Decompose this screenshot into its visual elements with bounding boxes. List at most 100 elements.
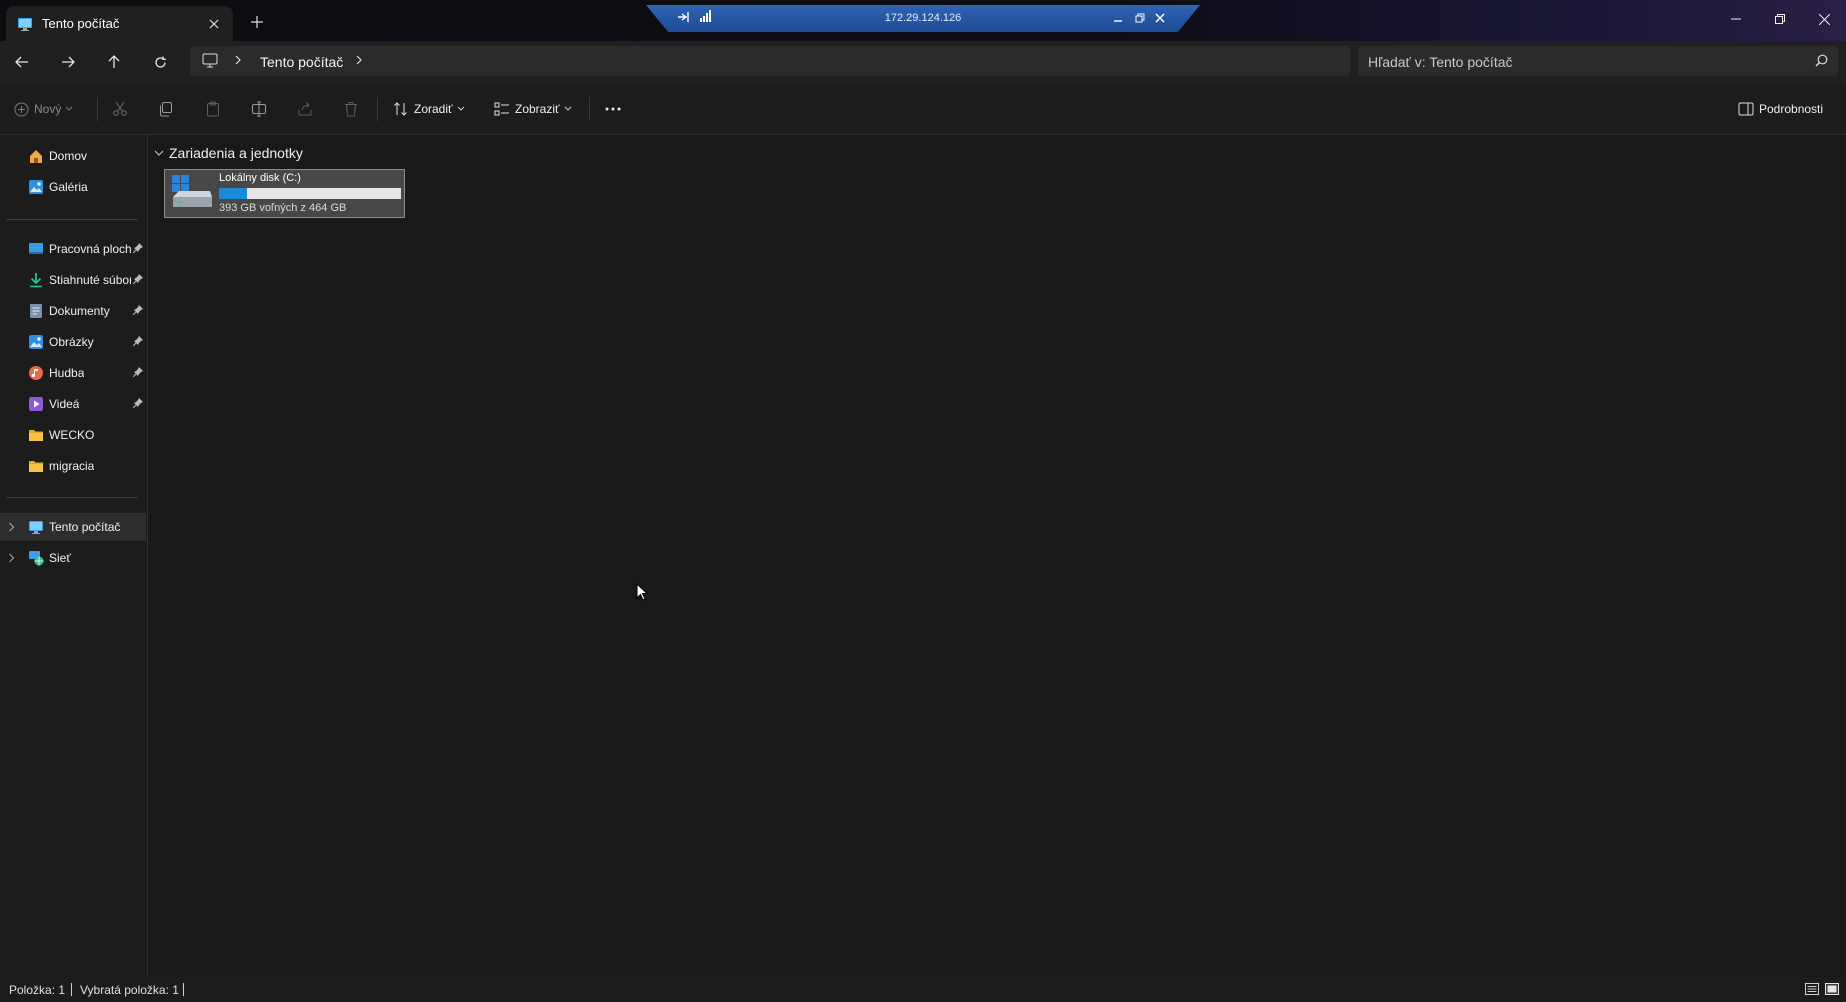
restore-window-icon[interactable] (1758, 0, 1802, 38)
share-button[interactable] (297, 95, 313, 123)
address-bar[interactable]: Tento počítač (190, 46, 1350, 76)
remote-restore-icon[interactable] (1132, 10, 1148, 26)
network-icon (28, 550, 44, 566)
drive-icon (170, 173, 214, 213)
sidebar-item-home[interactable]: Domov (0, 142, 146, 170)
drive-usage-fill (219, 188, 247, 199)
breadcrumb[interactable]: Tento počítač (260, 54, 343, 70)
sidebar-item-label: migracia (49, 459, 95, 473)
chevron-right-icon[interactable] (355, 54, 363, 66)
computer-icon (17, 16, 33, 32)
computer-icon[interactable] (202, 53, 218, 68)
large-icons-view-icon[interactable] (1824, 981, 1840, 997)
close-window-icon[interactable] (1802, 0, 1846, 38)
details-view-icon[interactable] (1804, 981, 1820, 997)
more-icon (605, 107, 621, 111)
address-toolbar: Tento počítač Hľadať v: Tento počítač (0, 41, 1846, 83)
sidebar-item-label: Tento počítač (49, 520, 121, 534)
view-button-label: Zobraziť (515, 102, 560, 116)
chevron-right-icon[interactable] (234, 54, 242, 66)
pin-icon[interactable] (133, 243, 143, 253)
tab-title: Tento počítač (42, 16, 120, 31)
sort-button-label: Zoradiť (414, 102, 453, 116)
remote-connection-bar: 172.29.124.126 (646, 5, 1200, 32)
sidebar-item-music[interactable]: Hudba (0, 359, 146, 387)
paste-button[interactable] (205, 95, 221, 123)
chevron-down-icon (564, 106, 572, 112)
details-pane-button[interactable]: Podrobnosti (1738, 95, 1823, 123)
chevron-right-icon[interactable] (8, 522, 15, 532)
sidebar-item-label: Hudba (49, 366, 85, 380)
rename-icon (251, 101, 267, 117)
up-arrow-icon[interactable] (98, 47, 130, 77)
search-placeholder: Hľadať v: Tento počítač (1368, 54, 1513, 70)
cut-button[interactable] (112, 95, 128, 123)
computer-icon (28, 519, 44, 535)
sort-button[interactable]: Zoradiť (393, 95, 465, 123)
command-bar: Nový Zoradiť Zobraziť Podrobnosti (0, 83, 1846, 135)
more-options-button[interactable] (605, 95, 621, 123)
chevron-down-icon (457, 106, 465, 112)
pin-icon[interactable] (133, 398, 143, 408)
chevron-right-icon[interactable] (8, 553, 15, 563)
remote-minimize-icon[interactable] (1110, 10, 1126, 26)
sidebar-item-wecko[interactable]: WECKO (0, 421, 146, 449)
back-arrow-icon[interactable] (6, 47, 38, 77)
tab-this-pc[interactable]: Tento počítač (6, 6, 233, 41)
drive-free-space: 393 GB voľných z 464 GB (219, 202, 347, 214)
pin-icon[interactable] (133, 336, 143, 346)
pin-icon[interactable] (133, 274, 143, 284)
sidebar-item-label: Dokumenty (49, 304, 110, 318)
documents-icon (28, 303, 44, 319)
close-tab-icon[interactable] (199, 9, 229, 39)
folder-icon (28, 458, 44, 474)
forward-arrow-icon[interactable] (52, 47, 84, 77)
sidebar-item-pictures[interactable]: Obrázky (0, 328, 146, 356)
sidebar-item-desktop[interactable]: Pracovná plocha (0, 235, 146, 263)
sidebar-item-label: Domov (49, 149, 88, 163)
chevron-down-icon[interactable] (154, 150, 164, 157)
group-header-devices[interactable]: Zariadenia a jednotky (154, 145, 303, 161)
sidebar-item-network[interactable]: Sieť (0, 544, 146, 572)
download-icon (28, 272, 44, 288)
scissors-icon (112, 101, 128, 117)
gallery-icon (28, 179, 44, 195)
pin-icon[interactable] (133, 305, 143, 315)
trash-icon (343, 101, 359, 117)
refresh-icon[interactable] (144, 47, 176, 77)
delete-button[interactable] (343, 95, 359, 123)
paste-icon (205, 101, 221, 117)
sidebar-item-migracia[interactable]: migracia (0, 452, 146, 480)
view-button[interactable]: Zobraziť (494, 95, 572, 123)
plus-icon[interactable] (245, 10, 269, 34)
pin-icon[interactable] (133, 367, 143, 377)
rename-button[interactable] (251, 95, 267, 123)
sidebar-item-videos[interactable]: Videá (0, 390, 146, 418)
sidebar-item-label: Sieť (49, 551, 71, 565)
copy-button[interactable] (158, 95, 174, 123)
details-button-label: Podrobnosti (1759, 102, 1824, 116)
minimize-window-icon[interactable] (1714, 0, 1758, 38)
sidebar-item-this-pc[interactable]: Tento počítač (0, 513, 146, 541)
new-button[interactable]: Nový (14, 95, 73, 123)
home-icon (28, 148, 44, 164)
search-input[interactable]: Hľadať v: Tento počítač (1358, 46, 1838, 76)
sidebar-item-gallery[interactable]: Galéria (0, 173, 146, 201)
sidebar-item-downloads[interactable]: Stiahnuté súbory (0, 266, 146, 294)
sidebar-item-label: Videá (49, 397, 80, 411)
sort-icon (393, 101, 409, 117)
group-label: Zariadenia a jednotky (169, 145, 303, 161)
sidebar-item-label: WECKO (49, 428, 95, 442)
plus-circle-icon (14, 102, 29, 117)
drive-usage-bar (219, 188, 401, 199)
remote-close-icon[interactable] (1152, 10, 1168, 26)
drive-tile-c[interactable]: Lokálny disk (C:) 393 GB voľných z 464 G… (164, 169, 405, 218)
sidebar-item-documents[interactable]: Dokumenty (0, 297, 146, 325)
status-bar: Položka: 1 Vybratá položka: 1 (0, 977, 1846, 1002)
navigation-pane: Domov Galéria Pracovná plocha Stiahnuté … (0, 135, 148, 977)
sidebar-item-label: Stiahnuté súbory (49, 273, 131, 287)
drive-name: Lokálny disk (C:) (219, 172, 301, 184)
pictures-icon (28, 334, 44, 350)
item-count: Položka: 1 (9, 983, 66, 997)
search-icon[interactable] (1815, 54, 1828, 67)
